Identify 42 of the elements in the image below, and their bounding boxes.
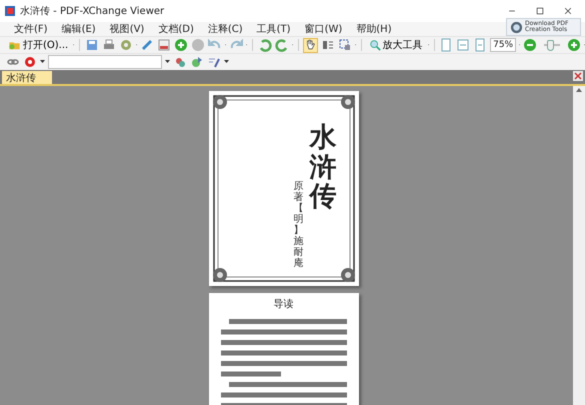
zoom-out-icon[interactable]	[523, 38, 538, 52]
save-icon[interactable]	[84, 38, 99, 52]
snapshot-icon[interactable]	[338, 38, 352, 52]
app-icon	[4, 5, 16, 17]
zoom-slider[interactable]	[544, 40, 560, 50]
dropdown-arrow-icon[interactable]	[165, 60, 170, 64]
zoom-in-icon[interactable]	[566, 38, 581, 52]
printer-icon[interactable]	[102, 38, 116, 52]
menu-item[interactable]: 文档(D)	[158, 22, 194, 36]
dropdown-arrow-icon[interactable]	[40, 60, 45, 64]
dropdown-arrow-icon[interactable]	[224, 60, 229, 64]
menu-item[interactable]: 窗口(W)	[304, 22, 342, 36]
slider-thumb[interactable]	[546, 40, 554, 50]
page-heading: 导读	[274, 298, 294, 311]
hand-icon	[305, 39, 316, 51]
book-title: 水浒传	[310, 123, 336, 212]
menu-item[interactable]: 帮助(H)	[356, 22, 392, 36]
document-tab[interactable]: 水浒传	[2, 71, 52, 84]
close-icon[interactable]	[563, 6, 573, 16]
vertical-scrollbar[interactable]	[573, 86, 585, 405]
menu-item[interactable]: 工具(T)	[256, 22, 291, 36]
next-page-icon[interactable]	[174, 38, 188, 52]
fit-width-icon[interactable]	[456, 38, 470, 52]
rotate-right-icon[interactable]	[274, 38, 289, 52]
rotate-left-icon[interactable]	[258, 38, 272, 52]
menu-item[interactable]: 注释(C)	[208, 22, 243, 36]
zoom-field[interactable]: 75%	[490, 38, 516, 52]
maximize-icon[interactable]	[535, 6, 545, 16]
close-document-icon[interactable]	[573, 71, 583, 81]
author-text: 原著【明】施耐庵	[294, 181, 304, 269]
text-select-icon[interactable]	[321, 38, 336, 52]
menu-item[interactable]: 编辑(E)	[62, 22, 96, 36]
actual-size-icon[interactable]	[473, 38, 488, 52]
zoom-tool-button[interactable]: 放大工具	[366, 38, 425, 52]
menu-item[interactable]: 视图(V)	[110, 22, 144, 36]
window-title: 水浒传 - PDF-XChange Viewer	[20, 4, 166, 18]
open-button[interactable]: 打开(O)...	[6, 38, 70, 52]
fit-page-icon[interactable]	[439, 38, 454, 52]
magnifier-icon	[368, 39, 381, 51]
menu-item[interactable]: 文件(F)	[14, 22, 48, 36]
search-field[interactable]	[48, 55, 162, 69]
hand-tool-button[interactable]	[303, 38, 318, 52]
